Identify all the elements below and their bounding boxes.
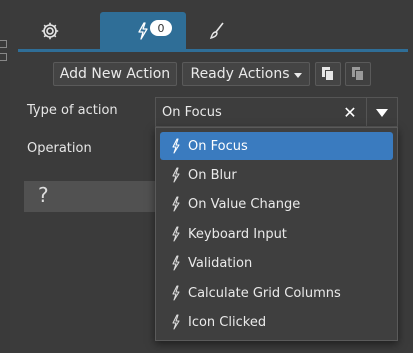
dropdown-option-label: On Value Change — [188, 196, 301, 212]
copy-button[interactable] — [315, 62, 341, 86]
left-edge-strip — [0, 0, 8, 353]
brush-icon — [208, 21, 228, 41]
lightning-icon — [170, 138, 182, 154]
panel-toggle-icon[interactable] — [0, 40, 7, 48]
tab-underline — [18, 49, 408, 52]
select-divider — [366, 98, 367, 126]
clear-icon[interactable]: ✕ — [342, 103, 358, 122]
dropdown-arrow-icon[interactable] — [376, 109, 388, 117]
dropdown-option[interactable]: Icon Clicked — [160, 308, 393, 336]
type-of-action-label: Type of action — [27, 103, 118, 118]
dropdown-option[interactable]: Calculate Grid Columns — [160, 279, 393, 307]
tab-actions[interactable] — [100, 12, 186, 50]
add-new-action-button[interactable]: Add New Action — [53, 62, 177, 86]
lightning-icon — [170, 167, 182, 183]
operation-label: Operation — [27, 141, 92, 156]
chevron-down-icon — [294, 73, 302, 78]
dropdown-option-label: Icon Clicked — [188, 314, 267, 330]
dropdown-option[interactable]: On Value Change — [160, 190, 393, 218]
lightning-icon — [170, 314, 182, 330]
add-new-action-label: Add New Action — [59, 66, 171, 82]
dropdown-option-label: Calculate Grid Columns — [188, 285, 341, 301]
paste-button[interactable] — [345, 62, 371, 86]
actions-count-badge: 0 — [150, 20, 172, 36]
action-type-dropdown: On Focus On Blur On Value Change Keyboar… — [155, 127, 398, 341]
dropdown-option-label: Keyboard Input — [188, 226, 287, 242]
lightning-icon — [170, 285, 182, 301]
gear-icon — [40, 21, 60, 41]
tab-style[interactable] — [196, 12, 240, 50]
ready-actions-label: Ready Actions — [190, 66, 290, 82]
tab-bar: 0 — [10, 12, 408, 52]
dropdown-option[interactable]: Keyboard Input — [160, 220, 393, 248]
paste-icon — [351, 66, 365, 82]
lightning-icon — [170, 226, 182, 242]
panel-toggle-icon-2[interactable] — [0, 53, 7, 61]
copy-icon — [321, 66, 335, 82]
lightning-icon — [170, 255, 182, 271]
dropdown-option-label: On Blur — [188, 167, 237, 183]
type-of-action-value: On Focus — [162, 105, 222, 120]
dropdown-option[interactable]: On Focus — [160, 132, 393, 160]
type-of-action-select[interactable]: On Focus ✕ — [155, 97, 398, 127]
dropdown-option[interactable]: On Blur — [160, 161, 393, 189]
dropdown-option-label: On Focus — [188, 138, 248, 154]
help-icon[interactable]: ? — [38, 183, 49, 207]
lightning-icon — [170, 196, 182, 212]
dropdown-option-label: Validation — [188, 255, 253, 271]
tab-settings[interactable] — [28, 12, 72, 50]
dropdown-option[interactable]: Validation — [160, 249, 393, 277]
ready-actions-dropdown-button[interactable]: Ready Actions — [182, 62, 310, 86]
lightning-icon — [136, 22, 150, 40]
